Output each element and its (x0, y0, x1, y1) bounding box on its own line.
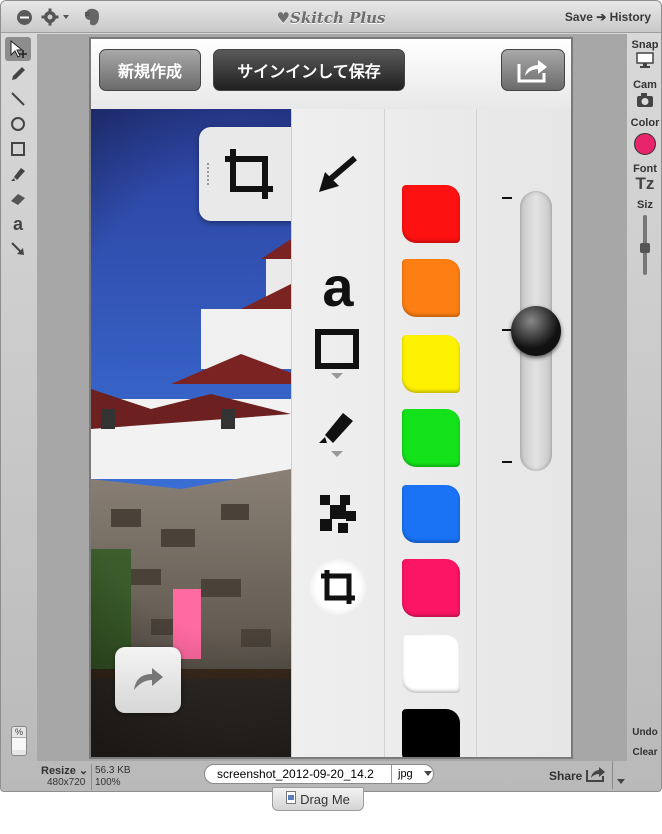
color-label[interactable]: Color (627, 117, 661, 129)
font-icon[interactable]: Tz (627, 175, 661, 193)
image-file-icon (286, 791, 297, 807)
zoom-label: 100% (95, 777, 121, 788)
rectangle-tool-icon[interactable] (5, 137, 31, 161)
filename-field[interactable]: screenshot_2012-09-20_14.2 jpg (204, 764, 434, 784)
format-dropdown-icon[interactable] (413, 767, 433, 781)
app-title: ♥Skitch Plus (276, 9, 386, 27)
highlighter-tool-icon[interactable] (310, 405, 366, 461)
share-menu-chevron-icon[interactable] (616, 773, 626, 791)
text-tool-icon[interactable]: a (310, 259, 366, 315)
tool-palette: a (291, 109, 571, 757)
color-swatch-red[interactable] (402, 185, 460, 243)
highlighter-tool-icon[interactable] (5, 162, 31, 186)
monitor-icon[interactable] (627, 51, 661, 73)
screenshot-image[interactable]: 新規作成 サインインして保存 a (89, 37, 573, 759)
new-button[interactable]: 新規作成 (99, 49, 201, 91)
size-slider-knob[interactable] (511, 306, 561, 356)
color-swatch-blue[interactable] (402, 485, 460, 543)
size-slider-knob[interactable] (640, 243, 650, 253)
snap-label[interactable]: Snap (627, 39, 661, 51)
palette-divider (476, 109, 477, 757)
drag-me-handle[interactable]: Drag Me (272, 787, 364, 811)
left-toolbar: a (5, 37, 33, 262)
ellipse-tool-icon[interactable] (5, 112, 31, 136)
size-slider[interactable] (627, 211, 661, 281)
zoom-percent-control[interactable]: % (11, 726, 27, 756)
rectangle-tool-icon[interactable] (310, 327, 366, 383)
resize-label[interactable]: Resize (41, 765, 76, 777)
format-select[interactable]: jpg (392, 768, 413, 780)
color-dot[interactable] (634, 133, 656, 155)
slider-tick-bottom (502, 461, 512, 463)
current-color-swatch[interactable] (627, 129, 661, 159)
crop-icon (225, 149, 273, 199)
save-history-link[interactable]: Save ➔ History (565, 10, 651, 24)
clear-button[interactable]: Clear (627, 747, 661, 758)
phone-top-bar: 新規作成 サインインして保存 (91, 39, 571, 109)
color-swatch-yellow[interactable] (402, 335, 460, 393)
share-button[interactable]: Share (549, 769, 582, 783)
color-swatch-green[interactable] (402, 409, 460, 467)
color-swatch-white[interactable] (402, 635, 460, 693)
file-size-label: 56.3 KB (95, 765, 131, 776)
size-label[interactable]: Siz (627, 199, 661, 211)
slider-tick-top (502, 197, 512, 199)
arrow-tool-icon[interactable] (310, 147, 366, 203)
title-bar: ♥Skitch Plus Save ➔ History (1, 1, 661, 33)
drag-me-label[interactable]: Drag Me (300, 792, 350, 807)
history-label[interactable]: History (610, 10, 651, 24)
share-icon[interactable] (585, 765, 607, 788)
color-swatch-orange[interactable] (402, 259, 460, 317)
text-tool-icon[interactable]: a (5, 212, 31, 236)
undo-button[interactable]: Undo (627, 727, 661, 738)
arrow-tool-icon[interactable] (5, 237, 31, 261)
pixelate-tool-icon[interactable] (310, 485, 366, 541)
share-export-button[interactable] (501, 49, 565, 91)
divider (612, 761, 613, 789)
share-label[interactable]: Share (549, 769, 582, 783)
crop-tool-icon[interactable] (310, 559, 366, 615)
save-label[interactable]: Save (565, 10, 593, 24)
resize-button[interactable]: Resize ⌄ (41, 764, 88, 777)
color-swatch-black[interactable] (402, 709, 460, 757)
pencil-tool-icon[interactable] (5, 62, 31, 86)
eraser-tool-icon[interactable] (5, 187, 31, 211)
camera-icon[interactable] (627, 91, 661, 113)
app-title-text: Skitch Plus (290, 9, 386, 27)
select-tool-icon[interactable] (5, 37, 31, 61)
line-tool-icon[interactable] (5, 87, 31, 111)
percent-label: % (14, 727, 23, 737)
filename-input[interactable]: screenshot_2012-09-20_14.2 (205, 767, 391, 781)
signin-save-button[interactable]: サインインして保存 (213, 49, 405, 91)
cam-label[interactable]: Cam (627, 79, 661, 91)
skitch-window: ♥Skitch Plus Save ➔ History a % Snap Cam… (0, 0, 662, 792)
dimensions-label: 480x720 (47, 777, 86, 788)
palette-divider (384, 109, 385, 757)
color-swatch-pink[interactable] (402, 559, 460, 617)
drag-grip (207, 163, 210, 185)
redo-arrow-icon (134, 668, 163, 690)
arrow-right-icon: ➔ (596, 10, 610, 24)
divider (91, 764, 92, 790)
right-panel: Snap Cam Color Font Tz Siz (627, 37, 661, 281)
redo-button[interactable] (115, 647, 181, 713)
share-arrow-icon (517, 60, 547, 83)
zoom-slot (12, 737, 26, 750)
